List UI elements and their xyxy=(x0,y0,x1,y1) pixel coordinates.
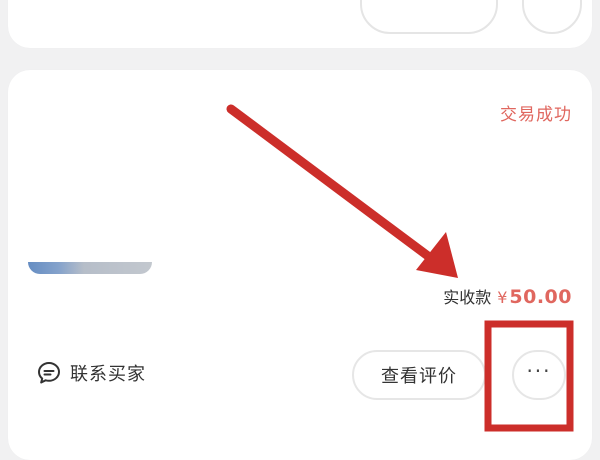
product-thumbnail[interactable] xyxy=(28,262,152,274)
chat-bubble-icon xyxy=(36,360,62,386)
order-status: 交易成功 xyxy=(500,105,572,125)
previous-order-card xyxy=(8,0,592,48)
order-card: 交易成功 实收款 ¥ 50.00 联系买家 查看评价 ··· xyxy=(8,70,592,460)
amount-label: 实收款 xyxy=(443,288,492,307)
view-review-button[interactable]: 查看评价 xyxy=(352,350,486,400)
contact-buyer-label: 联系买家 xyxy=(70,364,146,385)
more-dots-icon: ··· xyxy=(526,359,552,383)
contact-buyer-button[interactable]: 联系买家 xyxy=(36,360,146,386)
received-amount: 实收款 ¥ 50.00 xyxy=(443,284,572,308)
more-button[interactable]: ··· xyxy=(512,350,566,400)
previous-action-button[interactable] xyxy=(360,0,498,34)
currency-symbol: ¥ xyxy=(497,288,508,307)
amount-value: 50.00 xyxy=(509,286,572,308)
previous-more-button[interactable] xyxy=(522,0,582,34)
